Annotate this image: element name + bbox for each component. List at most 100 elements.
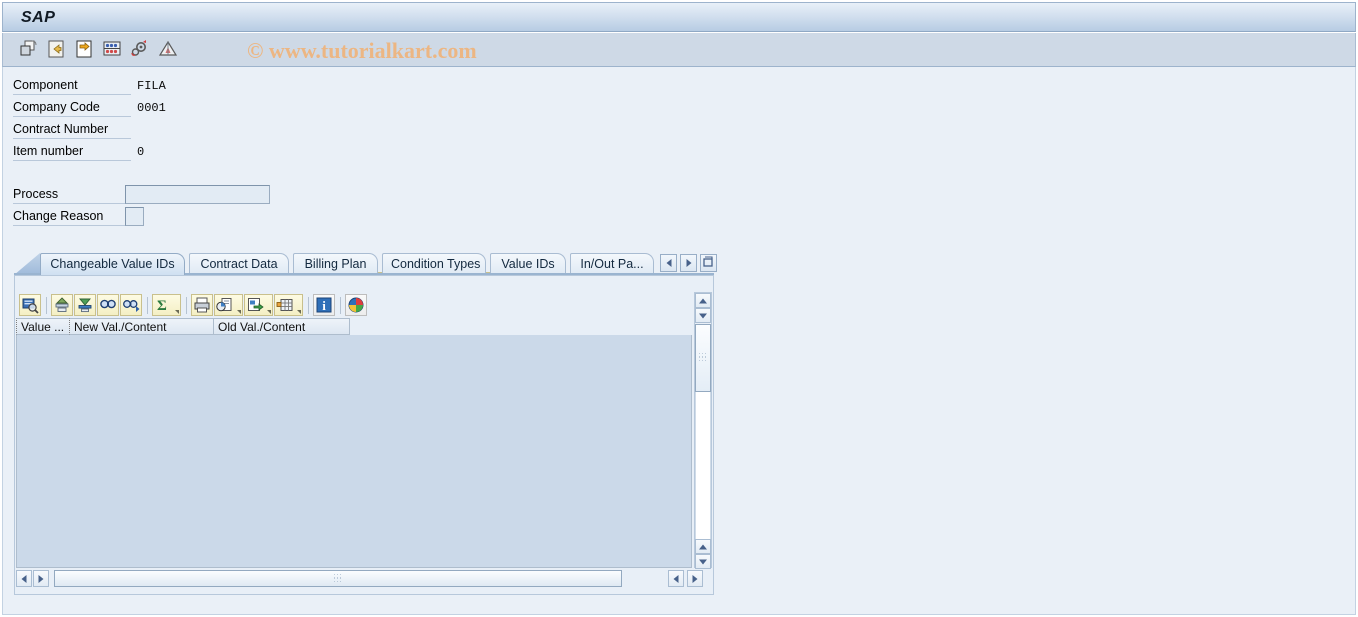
process-input[interactable] [125, 185, 270, 204]
tab-in-out-parameters[interactable]: In/Out Pa... [570, 253, 654, 275]
warning-triangle-icon[interactable] [157, 38, 179, 60]
toolbar-separator [308, 296, 309, 314]
field-value-item-number: 0 [137, 145, 145, 159]
grid-column-header-row: Value ... New Val./Content Old Val./Cont… [16, 318, 692, 335]
field-label-change-reason: Change Reason [13, 209, 131, 226]
triangle-up-icon [699, 298, 707, 303]
field-label-item-number: Item number [13, 144, 131, 161]
triangle-left-icon [21, 574, 27, 583]
field-row-contract-number: Contract Number [13, 122, 273, 140]
field-label-contract-number: Contract Number [13, 122, 131, 139]
sort-ascending-button[interactable] [51, 294, 73, 316]
field-value-component: FILA [137, 79, 166, 93]
scroll-down-button-bottom[interactable] [695, 554, 711, 569]
field-row-component: Component FILA [13, 78, 273, 96]
alv-grid: Σ i Value ... New Val./Content Old Val./… [16, 292, 712, 589]
tab-label: In/Out Pa... [580, 257, 644, 271]
title-bar: SAP [2, 2, 1356, 32]
triangle-up-icon [699, 544, 707, 549]
svg-text:Σ: Σ [157, 298, 167, 314]
scroll-up-button[interactable] [695, 293, 711, 308]
tab-label: Billing Plan [304, 257, 367, 271]
field-value-company-code: 0001 [137, 101, 166, 115]
tab-condition-types[interactable]: Condition Types [382, 253, 486, 275]
column-header-value-id[interactable]: Value ... [16, 318, 70, 335]
field-row-company-code: Company Code 0001 [13, 100, 273, 118]
export-button[interactable] [244, 294, 273, 316]
settings-gear-icon[interactable] [129, 38, 151, 60]
tab-scroll-prev-button[interactable] [660, 254, 677, 272]
tab-label: Changeable Value IDs [50, 257, 175, 271]
scroll-right-button[interactable] [33, 570, 49, 587]
field-row-item-number: Item number 0 [13, 144, 273, 162]
application-toolbar-icons [17, 38, 179, 60]
column-header-new-value-content[interactable]: New Val./Content [70, 318, 214, 335]
scroll-down-button[interactable] [695, 308, 711, 323]
toolbar-separator [46, 296, 47, 314]
layout-grid-button[interactable] [274, 294, 303, 316]
tab-list-icon [703, 256, 713, 267]
tab-contract-data[interactable]: Contract Data [189, 253, 289, 275]
toolbar-separator [340, 296, 341, 314]
tab-strip-left-edge [14, 253, 40, 275]
back-arrow-icon[interactable] [45, 38, 67, 60]
app-title: SAP [21, 9, 56, 26]
total-sum-button[interactable]: Σ [152, 294, 181, 316]
horizontal-scroll-thumb[interactable]: :::::: [54, 570, 622, 587]
tab-label: Condition Types [391, 257, 481, 271]
field-label-company-code: Company Code [13, 100, 131, 117]
triangle-down-icon [699, 313, 707, 318]
chevron-down-icon [297, 310, 301, 314]
color-wheel-button[interactable] [345, 294, 367, 316]
scroll-left-button-right[interactable] [668, 570, 684, 587]
chevron-down-icon [267, 310, 271, 314]
chevron-down-icon [237, 310, 241, 314]
grid-horizontal-scrollbar[interactable]: :::::: [16, 570, 712, 589]
abacus-icon[interactable] [101, 38, 123, 60]
triangle-down-icon [699, 559, 707, 564]
column-header-old-value-content[interactable]: Old Val./Content [214, 318, 350, 335]
tab-changeable-value-ids[interactable]: Changeable Value IDs [40, 253, 185, 275]
chevron-left-icon [666, 259, 671, 267]
field-label-component: Component [13, 78, 131, 95]
print-button[interactable] [191, 294, 213, 316]
alv-grid-toolbar: Σ i [16, 292, 692, 318]
info-button[interactable]: i [313, 294, 335, 316]
grid-vertical-scrollbar[interactable]: :::::: [694, 292, 712, 569]
tab-value-ids[interactable]: Value IDs [490, 253, 566, 275]
sort-descending-button[interactable] [74, 294, 96, 316]
find-button[interactable] [97, 294, 119, 316]
copy-icon[interactable] [17, 38, 39, 60]
triangle-right-icon [692, 574, 698, 583]
tab-label: Value IDs [501, 257, 555, 271]
triangle-right-icon [38, 574, 44, 583]
scroll-left-button[interactable] [16, 570, 32, 587]
chevron-right-icon [686, 259, 691, 267]
scroll-grip-icon: :::::: [333, 572, 343, 584]
vertical-scroll-track[interactable] [695, 392, 711, 539]
scroll-grip-icon: :::::: [698, 352, 708, 363]
svg-text:i: i [322, 298, 326, 313]
tab-list-button[interactable] [700, 254, 717, 272]
tab-strip: Changeable Value IDs Contract Data Billi… [14, 251, 717, 275]
scroll-up-button-bottom[interactable] [695, 539, 711, 554]
scroll-right-button-right[interactable] [687, 570, 703, 587]
toolbar-separator [147, 296, 148, 314]
tab-scroll-next-button[interactable] [680, 254, 697, 272]
column-header-filler [350, 318, 692, 335]
application-toolbar [2, 33, 1356, 67]
grid-data-area[interactable] [16, 335, 692, 568]
tab-billing-plan[interactable]: Billing Plan [293, 253, 378, 275]
chevron-down-icon [175, 310, 179, 314]
toolbar-separator [186, 296, 187, 314]
export-page-icon[interactable] [73, 38, 95, 60]
site-watermark: © www.tutorialkart.com [247, 38, 477, 63]
details-magnifier-button[interactable] [19, 294, 41, 316]
find-next-button[interactable] [120, 294, 142, 316]
triangle-left-icon [673, 574, 679, 583]
field-label-process: Process [13, 187, 131, 204]
change-reason-input[interactable] [125, 207, 144, 226]
vertical-scroll-thumb[interactable]: :::::: [695, 324, 711, 392]
tab-label: Contract Data [200, 257, 278, 271]
graphic-chart-button[interactable] [214, 294, 243, 316]
